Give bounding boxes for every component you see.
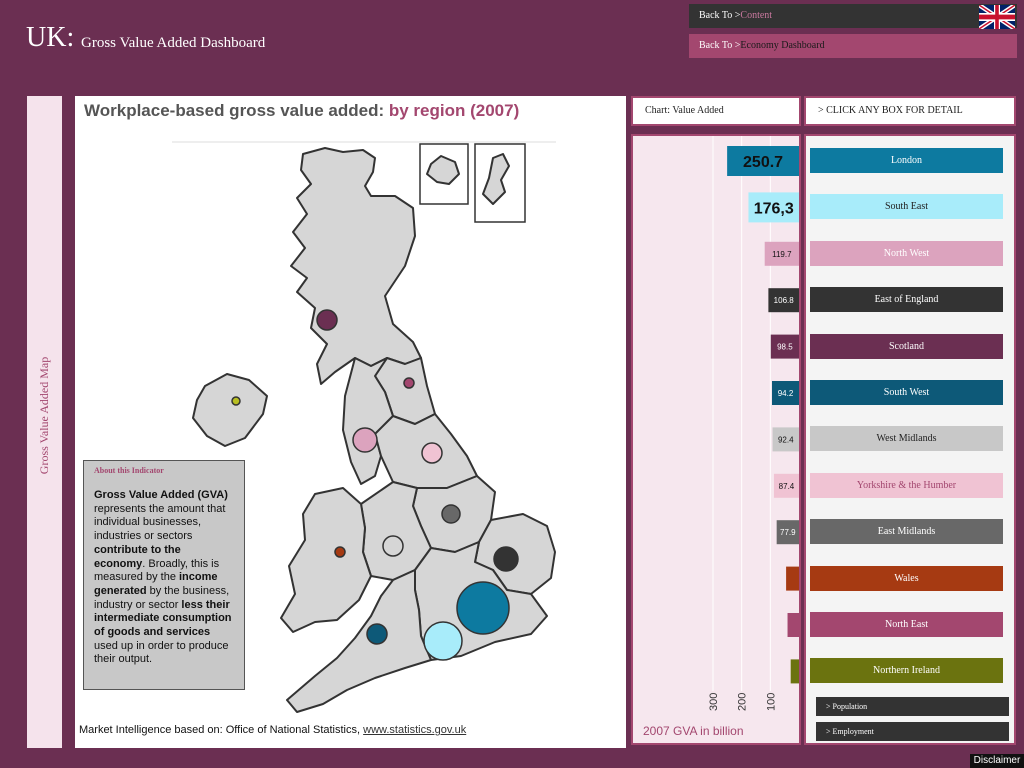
about-indicator-box: About this Indicator Gross Value Added (… (83, 460, 245, 690)
region-button-west-midlands[interactable]: West Midlands (810, 426, 1003, 452)
page-title: UK: (26, 22, 75, 53)
chart-bar[interactable] (787, 613, 799, 637)
region-button-northern-ireland[interactable]: Northern Ireland (810, 658, 1003, 684)
north-east-bubble[interactable] (403, 377, 415, 389)
chart-bar[interactable] (790, 659, 799, 684)
source-text: Market Intelligence based on: Office of … (79, 724, 361, 736)
sidebar: Gross Value Added Map (27, 96, 62, 748)
chart-tick-label: 200 (737, 693, 749, 711)
east-midlands-bubble[interactable] (441, 504, 461, 524)
back-prefix: Back To > (699, 40, 741, 51)
region-button-east-of-england[interactable]: East of England (810, 287, 1003, 313)
northern-ireland-bubble[interactable] (231, 396, 241, 406)
region-scotland[interactable] (290, 147, 422, 385)
region-wales[interactable] (280, 487, 372, 633)
west-midlands-bubble[interactable] (382, 535, 404, 557)
chart-bar[interactable] (786, 566, 799, 591)
region-button-london[interactable]: London (810, 148, 1003, 173)
about-text-segment: used up in order to produce their output… (94, 639, 229, 666)
region-northern-ireland[interactable] (192, 373, 268, 447)
source-note: Market Intelligence based on: Office of … (79, 724, 466, 736)
chart-header: Chart: Value Added (631, 96, 801, 126)
about-text-segment: Gross Value Added (GVA) (94, 489, 228, 501)
chart-tick-label: 300 (708, 693, 720, 711)
region-button-yorkshire-the-humber[interactable]: Yorkshire & the Humber (810, 472, 1003, 498)
region-button-south-east[interactable]: South East (810, 194, 1003, 220)
back-target: Content (740, 10, 773, 21)
page-subtitle: Gross Value Added Dashboard (81, 35, 266, 51)
scotland-bubble[interactable] (316, 309, 338, 331)
chart-value-label: 87.4 (779, 482, 795, 491)
gva-bar-chart: 250.7 176,3 119.7 106.8 98.5 94.2 92.4 87.4 77.9… (708, 136, 799, 711)
chart-value-label: 250.7 (743, 154, 783, 171)
back-to-economy-button[interactable]: Back To >Economy Dashboard (689, 34, 1017, 58)
chart-value-label: 176,3 (754, 200, 794, 217)
click-detail-header: > CLICK ANY BOX FOR DETAIL (804, 96, 1016, 126)
chart-value-label: 92.4 (778, 435, 794, 444)
link-button-employment[interactable]: > Employment (816, 722, 1009, 741)
region-button-south-west[interactable]: South West (810, 380, 1003, 405)
chart-value-label: 98.5 (777, 343, 793, 352)
london-bubble[interactable] (456, 581, 510, 635)
region-button-north-west[interactable]: North West (810, 240, 1003, 266)
chart-value-label: 94.2 (778, 389, 794, 398)
chart-value-label: 77.9 (780, 528, 796, 537)
chart-axis-caption: 2007 GVA in billion (643, 724, 744, 738)
north-west-bubble[interactable] (352, 427, 378, 453)
map-panel: Workplace-based gross value added: by re… (75, 96, 626, 748)
region-button-north-east[interactable]: North East (810, 612, 1003, 637)
wales-bubble[interactable] (334, 546, 346, 558)
south-east-bubble[interactable] (423, 621, 463, 661)
region-button-scotland[interactable]: Scotland (810, 333, 1003, 359)
uk-flag-icon[interactable] (979, 5, 1015, 29)
about-title: About this Indicator (94, 466, 164, 475)
about-text-segment: represents the amount that individual bu… (94, 502, 226, 543)
link-button-population[interactable]: > Population (816, 697, 1009, 716)
chart-panel: 250.7 176,3 119.7 106.8 98.5 94.2 92.4 87.4 77.9… (631, 134, 801, 745)
orkney-islands (426, 155, 460, 185)
sidebar-label: Gross Value Added Map (37, 356, 51, 475)
chart-tick-label: 100 (765, 693, 777, 711)
disclaimer-button[interactable]: Disclaimer (970, 754, 1024, 768)
about-text: Gross Value Added (GVA) represents the a… (94, 489, 234, 667)
source-link[interactable]: www.statistics.gov.uk (363, 724, 466, 736)
region-button-wales[interactable]: Wales (810, 565, 1003, 591)
region-button-east-midlands[interactable]: East Midlands (810, 519, 1003, 545)
chart-value-label: 119.7 (772, 250, 792, 259)
region-buttons-panel: London South East North West East of Englan… (804, 134, 1016, 745)
back-target: Economy Dashboard (740, 40, 825, 51)
south-west-bubble[interactable] (366, 623, 388, 645)
back-to-content-button[interactable]: Back To >Content (689, 4, 1017, 28)
shetland-islands (482, 153, 510, 205)
chart-value-label: 106.8 (774, 296, 795, 305)
yorkshire-bubble[interactable] (421, 442, 443, 464)
back-prefix: Back To > (699, 10, 741, 21)
east-of-england-bubble[interactable] (493, 546, 519, 572)
